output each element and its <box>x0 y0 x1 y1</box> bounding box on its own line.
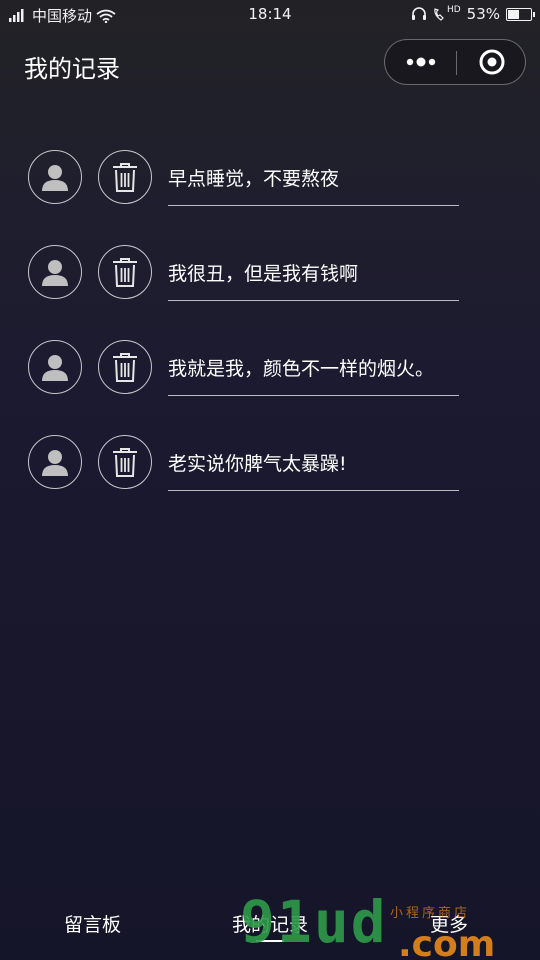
tab-more[interactable]: 更多 <box>430 910 468 937</box>
avatar-button[interactable] <box>28 245 82 299</box>
record-underline <box>168 205 459 206</box>
network-label: HD <box>446 5 461 15</box>
list-item: 我就是我，颜色不一样的烟火。 <box>0 340 540 435</box>
user-avatar-icon <box>42 450 68 476</box>
delete-button[interactable] <box>98 340 152 394</box>
tab-my-records[interactable]: 我的记录 <box>232 910 308 937</box>
trash-icon <box>113 163 137 192</box>
battery-icon <box>506 7 535 21</box>
tab-bar: 留言板 我的记录 更多 <box>0 890 540 960</box>
headset-icon <box>411 7 426 20</box>
capsule-menu <box>384 39 526 85</box>
battery-percent: 53% <box>466 5 500 23</box>
record-text: 我就是我，颜色不一样的烟火。 <box>168 358 435 380</box>
user-avatar-icon <box>42 355 68 381</box>
record-text: 我很丑，但是我有钱啊 <box>168 263 359 285</box>
more-button[interactable] <box>385 40 456 84</box>
user-avatar-icon <box>42 260 68 286</box>
page-title: 我的记录 <box>24 55 120 83</box>
list-item: 我很丑，但是我有钱啊 <box>0 245 540 340</box>
more-dots-icon <box>406 57 435 67</box>
user-avatar-icon <box>42 165 68 191</box>
close-button[interactable] <box>457 40 527 84</box>
list-item: 早点睡觉，不要熬夜 <box>0 150 540 245</box>
avatar-button[interactable] <box>28 150 82 204</box>
record-underline <box>168 300 459 301</box>
delete-button[interactable] <box>98 435 152 489</box>
target-circle-icon <box>479 49 505 75</box>
delete-button[interactable] <box>98 245 152 299</box>
avatar-button[interactable] <box>28 435 82 489</box>
status-right: HD 53% <box>411 5 535 23</box>
record-underline <box>168 395 459 396</box>
battery-level <box>508 9 519 19</box>
record-underline <box>168 490 459 491</box>
status-bar: 中国移动 18:14 HD 53% <box>0 0 540 30</box>
record-text: 早点睡觉，不要熬夜 <box>168 168 340 190</box>
trash-icon <box>113 258 137 287</box>
record-list: 早点睡觉，不要熬夜 我很丑，但是我有钱啊 我就是我，颜色不一样的烟火。 老实说你… <box>0 150 540 530</box>
trash-icon <box>113 448 137 477</box>
record-text: 老实说你脾气太暴躁! <box>168 453 347 475</box>
trash-icon <box>113 353 137 382</box>
title-bar: 我的记录 <box>0 36 540 92</box>
tab-message-board[interactable]: 留言板 <box>64 910 121 937</box>
avatar-button[interactable] <box>28 340 82 394</box>
list-item: 老实说你脾气太暴躁! <box>0 435 540 530</box>
delete-button[interactable] <box>98 150 152 204</box>
active-tab-indicator <box>256 940 284 942</box>
